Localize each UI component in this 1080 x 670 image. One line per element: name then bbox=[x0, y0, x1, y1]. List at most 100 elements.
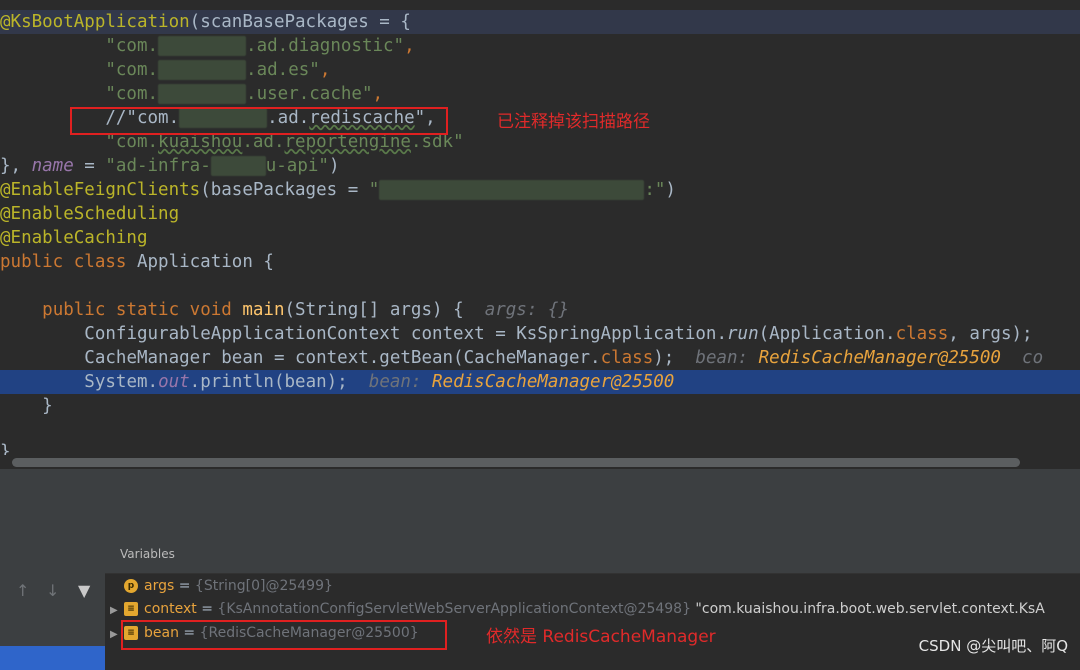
down-arrow-icon[interactable]: ↓ bbox=[46, 581, 59, 600]
scrollbar-thumb[interactable] bbox=[12, 458, 1020, 467]
string-literal: "com. bbox=[105, 36, 159, 56]
code-text: = bbox=[73, 156, 106, 176]
method-name: main bbox=[242, 300, 285, 320]
annotation-enablecaching: @EnableCaching bbox=[0, 228, 148, 248]
annotation-ksbootapplication: @KsBootApplication bbox=[0, 12, 190, 32]
code-line-enablescheduling[interactable]: @EnableScheduling bbox=[0, 202, 1080, 226]
comma: , bbox=[319, 60, 331, 80]
equals: = bbox=[174, 578, 195, 594]
selected-frame-highlight[interactable] bbox=[0, 646, 105, 670]
tool-window-gap bbox=[0, 469, 1080, 537]
string-literal: .ad.diagnostic" bbox=[246, 36, 405, 56]
code-line-enablefeignclients[interactable]: @EnableFeignClients(basePackages = ":") bbox=[0, 178, 1080, 202]
editor-horizontal-scrollbar[interactable] bbox=[0, 455, 1080, 469]
redacted-block bbox=[379, 180, 645, 200]
code-text: CacheManager bean = context.getBean(Cach… bbox=[84, 348, 601, 368]
variables-header: Variables bbox=[0, 537, 1080, 574]
class-name: Application { bbox=[136, 252, 274, 272]
variables-title: Variables bbox=[120, 547, 175, 561]
keyword: class bbox=[895, 324, 949, 344]
field-icon: ≡ bbox=[124, 602, 138, 616]
equals: = bbox=[196, 601, 218, 617]
code-line-blank[interactable] bbox=[0, 274, 1080, 298]
keyword: public class bbox=[0, 252, 137, 272]
string-literal: "ad-infra- bbox=[105, 156, 211, 176]
debugger-toolbar: ↑ ↓ ▼ bbox=[0, 573, 105, 670]
code-editor[interactable]: @KsBootApplication(scanBasePackages = { … bbox=[0, 0, 1080, 458]
redacted-block bbox=[158, 36, 247, 56]
code-line-name[interactable]: }, name = "ad-infra-u-api") bbox=[0, 154, 1080, 178]
string-literal: .sdk" bbox=[410, 132, 464, 152]
comma: , bbox=[372, 84, 384, 104]
code-text: (String[] args) { bbox=[284, 300, 464, 320]
string-literal: kuaishou bbox=[158, 132, 243, 152]
string-literal: u-api" bbox=[265, 156, 329, 176]
code-line-ksbootapplication[interactable]: @KsBootApplication(scanBasePackages = { bbox=[0, 10, 1080, 34]
variable-name: context bbox=[144, 601, 197, 617]
string-literal: " bbox=[368, 180, 380, 200]
variable-row-args[interactable]: p args = {String[0]@25499} bbox=[110, 575, 333, 597]
annotation-box-bean bbox=[121, 620, 447, 650]
string-literal: "com. bbox=[105, 84, 159, 104]
code-text: System. bbox=[84, 372, 159, 392]
static-field: out bbox=[158, 372, 190, 392]
string-literal: .ad.es" bbox=[246, 60, 320, 80]
variable-name: args bbox=[144, 578, 175, 594]
keyword: public static void bbox=[42, 300, 243, 320]
redacted-block bbox=[210, 156, 266, 176]
code-line-class-decl[interactable]: public class Application { bbox=[0, 250, 1080, 274]
inline-debug-value: RedisCacheManager@25500 bbox=[432, 372, 675, 392]
inline-debug-hint: bean: bbox=[368, 372, 433, 392]
variable-value: {KsAnnotationConfigServletWebServerAppli… bbox=[217, 601, 691, 617]
redacted-block bbox=[158, 60, 247, 80]
parameter-icon: p bbox=[124, 579, 138, 593]
annotation-note-still-redis: 依然是 RedisCacheManager bbox=[486, 627, 716, 647]
debugger-variables-panel: Variables ↑ ↓ ▼ p args = {String[0]@25499… bbox=[0, 537, 1080, 670]
code-line-context[interactable]: ConfigurableApplicationContext context =… bbox=[0, 322, 1080, 346]
code-line-pkg-user-cache[interactable]: "com. .user.cache", bbox=[0, 82, 1080, 106]
inline-debug-hint: co bbox=[1022, 348, 1044, 368]
brace: } bbox=[42, 396, 53, 416]
annotation-enablefeignclients: @EnableFeignClients bbox=[0, 180, 201, 200]
csdn-watermark: CSDN @尖叫吧、阿Q bbox=[918, 637, 1068, 655]
code-line-pkg-es[interactable]: "com. .ad.es", bbox=[0, 58, 1080, 82]
code-text: , args); bbox=[948, 324, 1033, 344]
annotation-box-rediscache bbox=[70, 107, 448, 135]
filter-icon[interactable]: ▼ bbox=[78, 581, 90, 600]
comma: , bbox=[404, 36, 415, 56]
code-text: }, bbox=[0, 156, 32, 176]
redacted-block bbox=[158, 84, 247, 104]
inline-debug-hint: args: {} bbox=[484, 300, 569, 320]
code-line-enablecaching[interactable]: @EnableCaching bbox=[0, 226, 1080, 250]
code-text: (scanBasePackages = { bbox=[189, 12, 411, 32]
variable-string-value: "com.kuaishou.infra.boot.web.servlet.con… bbox=[690, 601, 1045, 617]
editor-top-gap bbox=[0, 0, 1080, 8]
string-literal: .ad. bbox=[242, 132, 285, 152]
code-line-main-decl[interactable]: public static void main(String[] args) {… bbox=[0, 298, 1080, 322]
up-arrow-icon[interactable]: ↑ bbox=[16, 581, 29, 600]
code-text: .println(bean); bbox=[189, 372, 348, 392]
expand-arrow-icon[interactable]: ▶ bbox=[110, 600, 124, 622]
code-line-getbean[interactable]: CacheManager bean = context.getBean(Cach… bbox=[0, 346, 1080, 370]
variable-value: {String[0]@25499} bbox=[194, 578, 333, 594]
code-text: (basePackages = bbox=[200, 180, 369, 200]
code-text: ) bbox=[328, 156, 340, 176]
inline-debug-hint: bean: bbox=[695, 348, 759, 368]
code-text: ConfigurableApplicationContext context =… bbox=[84, 324, 727, 344]
string-literal: reportengine bbox=[284, 132, 411, 152]
variable-row-context[interactable]: ▶ ≡ context = {KsAnnotationConfigServletWe… bbox=[110, 598, 1045, 620]
string-literal: "com. bbox=[105, 132, 159, 152]
code-line-println-current[interactable]: System.out.println(bean); bean: RedisCac… bbox=[0, 370, 1080, 394]
annotation-note-commented: 已注释掉该扫描路径 bbox=[497, 112, 650, 132]
string-literal: "com. bbox=[105, 60, 159, 80]
inline-debug-value: RedisCacheManager@25500 bbox=[758, 348, 1001, 368]
param-name: name bbox=[31, 156, 74, 176]
code-line-pkg-diagnostic[interactable]: "com. .ad.diagnostic", bbox=[0, 34, 1080, 58]
keyword: class bbox=[600, 348, 654, 368]
annotation-enablescheduling: @EnableScheduling bbox=[0, 204, 180, 224]
code-line-close-method[interactable]: } bbox=[0, 394, 1080, 418]
code-text: (Application. bbox=[758, 324, 896, 344]
string-literal: .user.cache" bbox=[246, 84, 373, 104]
method-call: run bbox=[727, 324, 759, 344]
string-literal: :" bbox=[644, 180, 666, 200]
